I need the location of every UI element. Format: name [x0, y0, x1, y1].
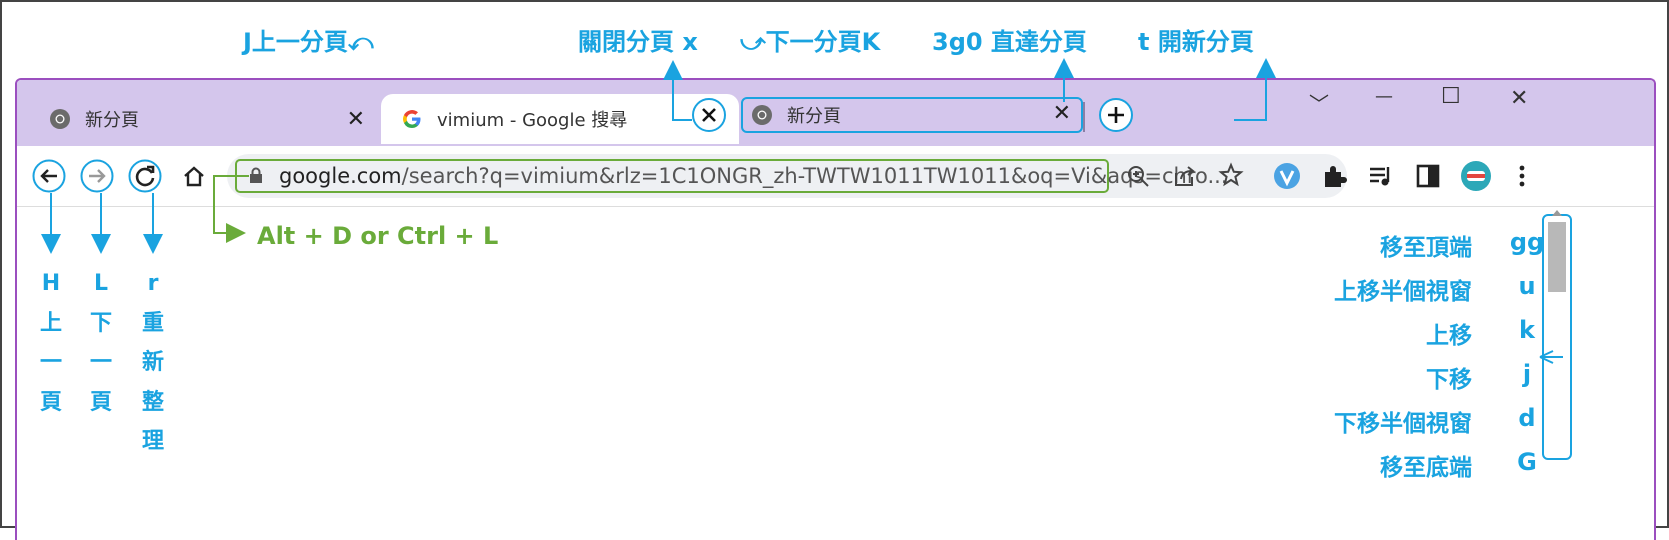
next-tab-annotation: ⤻下一分頁K [740, 28, 881, 56]
tab-title: 新分頁 [85, 110, 139, 131]
menu-kebab-icon[interactable] [1508, 162, 1536, 190]
minimize-button[interactable]: — [1375, 86, 1393, 107]
label-char: 頁 [39, 389, 62, 415]
url-path: /search?q=vimium&rlz=1C1ONGR_zh-TWTW1011… [401, 164, 1228, 188]
forward-key-label: L 下 一 頁 [86, 264, 116, 422]
scroll-key-up: k [1519, 316, 1535, 344]
chrome-icon [49, 108, 71, 130]
new-tab-annotation: t 開新分頁 [1138, 28, 1254, 56]
goto-tab-annotation: 3g0 直達分頁 [932, 28, 1087, 56]
window-close-button[interactable]: ✕ [1510, 86, 1528, 111]
scroll-label-half-up: 上移半個視窗 [1334, 279, 1472, 305]
scroll-key-half-up: u [1518, 272, 1536, 300]
omnibox[interactable]: google.com/search?q=vimium&rlz=1C1ONGR_z… [227, 154, 1347, 198]
forward-button[interactable] [80, 159, 114, 193]
label-char: 整 [141, 389, 164, 415]
key-letter: r [147, 271, 159, 296]
scroll-key-bottom: G [1517, 448, 1537, 476]
tab-separator [1083, 102, 1085, 132]
label-char: 一 [39, 350, 62, 375]
address-bar[interactable]: google.com/search?q=vimium&rlz=1C1ONGR_z… [235, 159, 1228, 193]
label-char: 上 [39, 310, 62, 336]
scroll-key-top: gg [1509, 228, 1545, 256]
side-panel-icon[interactable] [1414, 162, 1442, 190]
scroll-up-arrow-icon[interactable] [1552, 210, 1562, 216]
lock-icon[interactable] [249, 167, 263, 184]
share-icon[interactable] [1172, 163, 1198, 189]
label-char: 重 [141, 310, 164, 336]
label-char: 頁 [89, 389, 112, 415]
close-icon[interactable]: ✕ [1053, 101, 1071, 126]
media-control-icon[interactable] [1367, 162, 1395, 190]
tab-new-tab-1[interactable]: 新分頁 ✕ [17, 94, 379, 144]
bookmark-star-icon[interactable] [1218, 162, 1244, 188]
new-tab-button[interactable] [1098, 97, 1134, 133]
label-char: 新 [141, 350, 164, 375]
key-letter: H [41, 271, 61, 296]
close-tab-button[interactable] [691, 97, 727, 133]
home-icon[interactable] [177, 159, 211, 193]
extensions-puzzle-icon[interactable] [1320, 162, 1348, 190]
label-char: 一 [89, 350, 112, 375]
prev-tab-annotation: J上一分頁⤺ [243, 28, 374, 56]
url-host: google.com [279, 164, 402, 188]
scroll-label-bottom: 移至底端 [1380, 455, 1472, 481]
url-text: google.com/search?q=vimium&rlz=1C1ONGR_z… [279, 164, 1228, 188]
scrollbar-thumb[interactable] [1548, 222, 1566, 292]
scroll-label-down: 下移 [1426, 367, 1472, 393]
tab-strip: 新分頁 ✕ vimium - Google 搜尋 新分頁 ✕ ﹀ — ☐ ✕ [17, 80, 1654, 146]
maximize-button[interactable]: ☐ [1441, 84, 1461, 109]
label-char: 下 [89, 310, 112, 336]
close-tab-annotation: 關閉分頁 x [578, 28, 698, 56]
toolbar: google.com/search?q=vimium&rlz=1C1ONGR_z… [17, 146, 1654, 207]
google-icon [401, 108, 423, 130]
label-char: 理 [141, 429, 164, 454]
tab-search-dropdown[interactable]: ﹀ [1309, 88, 1329, 117]
back-key-label: H 上 一 頁 [36, 264, 66, 422]
reload-key-label: r 重 新 整 理 [138, 264, 168, 462]
scroll-label-up: 上移 [1426, 323, 1472, 349]
vimium-extension-icon[interactable] [1273, 162, 1301, 190]
scroll-key-half-down: d [1518, 404, 1536, 432]
tab-vimium-search[interactable]: vimium - Google 搜尋 [381, 94, 739, 144]
tab-new-tab-3[interactable]: 新分頁 ✕ [741, 97, 1083, 133]
tab-title: vimium - Google 搜尋 [437, 110, 628, 131]
scroll-label-half-down: 下移半個視窗 [1334, 411, 1472, 437]
zoom-icon[interactable] [1125, 163, 1151, 189]
chrome-icon [751, 104, 773, 126]
profile-avatar-icon[interactable] [1460, 160, 1492, 192]
scroll-label-top: 移至頂端 [1380, 235, 1472, 261]
close-icon[interactable]: ✕ [347, 107, 365, 132]
reload-button[interactable] [128, 159, 162, 193]
back-button[interactable] [32, 159, 66, 193]
scroll-key-down: j [1522, 360, 1532, 388]
address-bar-annotation: Alt + D or Ctrl + L [257, 222, 499, 250]
tab-title: 新分頁 [787, 106, 841, 127]
key-letter: L [93, 271, 109, 296]
